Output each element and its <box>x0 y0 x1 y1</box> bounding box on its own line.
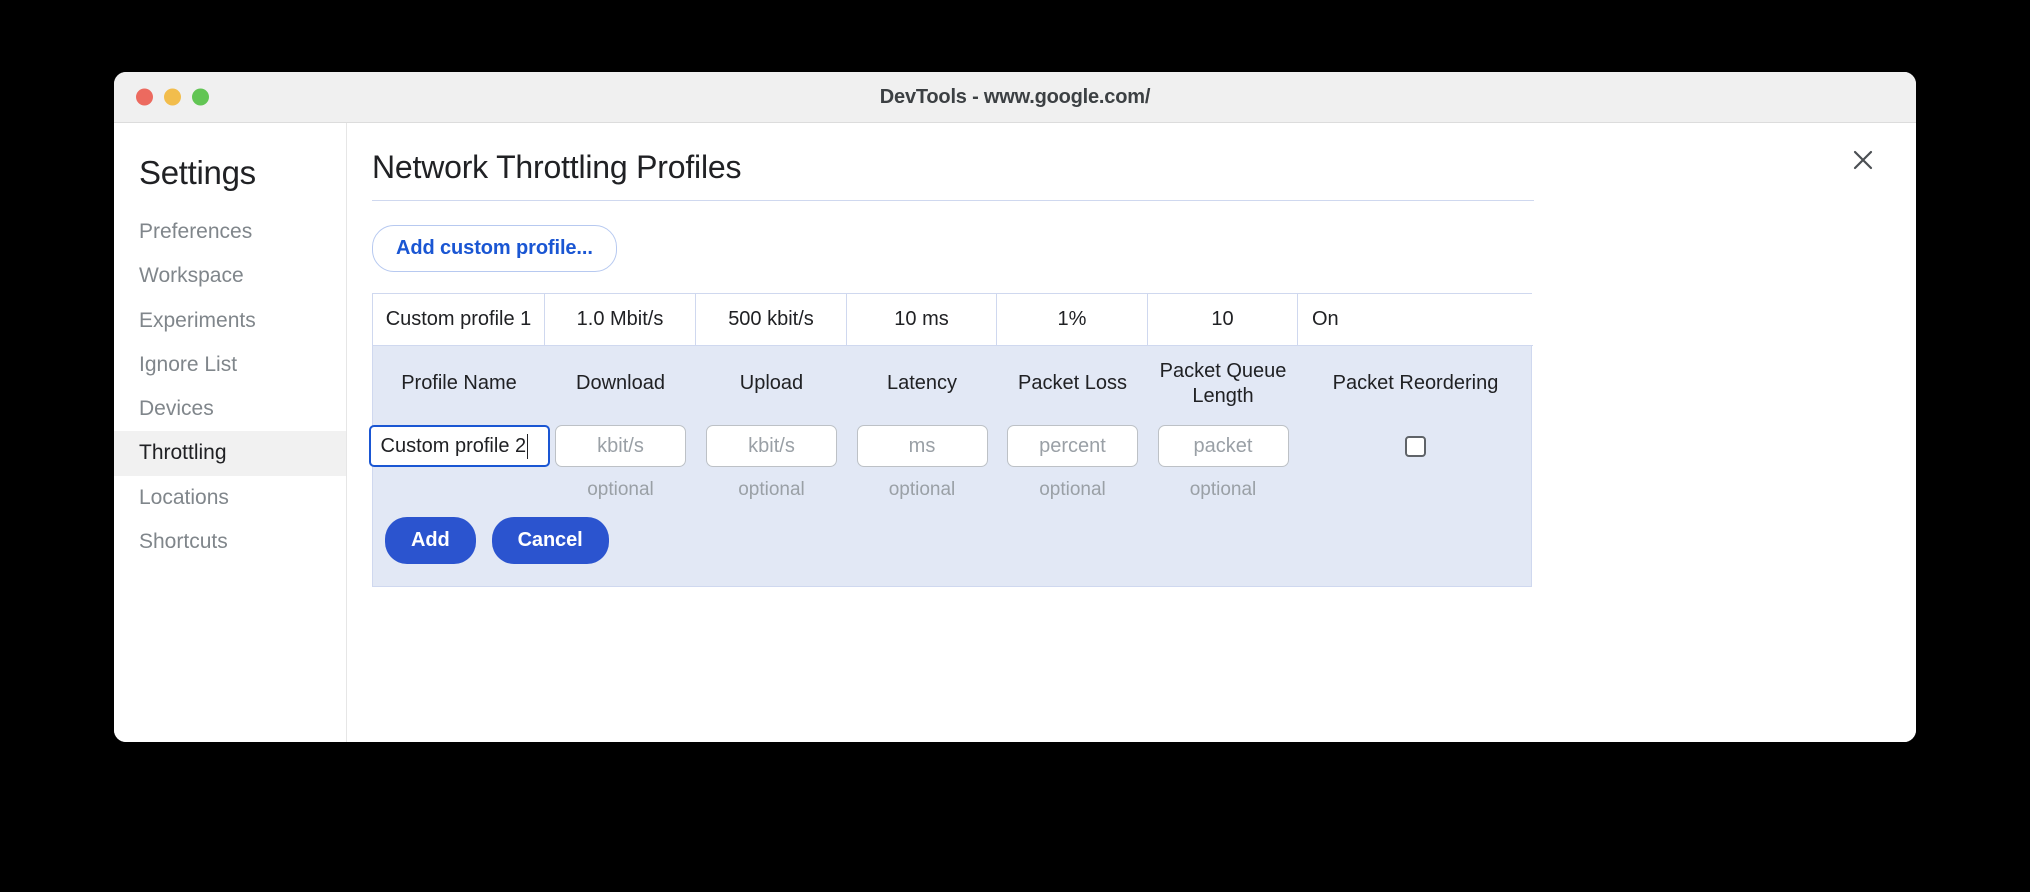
cell-profile-name: Custom profile 1 <box>373 294 545 346</box>
close-icon[interactable] <box>1846 143 1880 177</box>
cell-download: 1.0 Mbit/s <box>545 294 696 346</box>
field-wrapper-packet-reordering <box>1298 425 1533 467</box>
optional-hint-packet-reordering <box>1298 479 1533 501</box>
packet-queue-length-input[interactable]: packet <box>1157 425 1289 468</box>
header-packet-reordering: Packet Reordering <box>1298 359 1533 408</box>
page-title: Network Throttling Profiles <box>372 149 742 185</box>
optional-label: optional <box>888 479 956 501</box>
header-label: Profile Name <box>401 372 517 395</box>
close-window-button[interactable] <box>136 88 153 106</box>
cell-packet-reordering: On <box>1298 294 1533 346</box>
traffic-light-buttons <box>136 88 209 106</box>
optional-hint-spacer <box>373 479 545 501</box>
sidebar-item-ignore-list[interactable]: Ignore List <box>114 343 346 387</box>
optional-hint-packet-loss: optional <box>997 479 1148 501</box>
optional-hints-row: optional optional optional optional opti <box>373 467 1531 501</box>
settings-content-panel: Network Throttling Profiles Add custom p… <box>347 123 1916 742</box>
field-wrapper-profile-name: Custom profile 2 <box>368 425 550 468</box>
window-titlebar: DevTools - www.google.com/ <box>114 72 1916 123</box>
header-profile-name: Profile Name <box>373 359 545 408</box>
cell-packet-queue-length: 10 <box>1148 294 1298 346</box>
header-label: Packet Loss <box>1018 372 1127 395</box>
form-action-buttons: Add Cancel <box>373 501 1531 576</box>
optional-label: optional <box>1039 479 1106 501</box>
optional-label: optional <box>587 479 654 501</box>
window-body: Settings Preferences Workspace Experimen… <box>114 123 1916 742</box>
download-input[interactable]: kbit/s <box>555 425 686 468</box>
packet-loss-input[interactable]: percent <box>1007 425 1138 468</box>
devtools-window: DevTools - www.google.com/ Settings Pref… <box>114 72 1916 742</box>
title-divider <box>372 200 1534 201</box>
header-label: Packet Reordering <box>1332 372 1499 395</box>
optional-hint-packet-queue-length: optional <box>1148 479 1298 501</box>
upload-input[interactable]: kbit/s <box>706 425 837 468</box>
header-latency: Latency <box>847 359 997 408</box>
settings-sidebar: Settings Preferences Workspace Experimen… <box>114 123 347 742</box>
header-packet-queue-length: Packet Queue Length <box>1148 359 1298 408</box>
new-profile-form: Profile Name Download Upload Latency Pac <box>368 346 1533 588</box>
profile-input-row: Custom profile 2 kbit/s kbit/s ms percen <box>368 408 1533 468</box>
window-title: DevTools - www.google.com/ <box>879 85 1151 108</box>
cancel-button[interactable]: Cancel <box>491 517 609 565</box>
field-wrapper-latency: ms <box>847 425 997 468</box>
optional-label: optional <box>1189 479 1257 501</box>
minimize-window-button[interactable] <box>164 88 181 106</box>
sidebar-item-throttling[interactable]: Throttling <box>114 431 346 476</box>
cell-packet-loss: 1% <box>997 294 1148 346</box>
add-custom-profile-button[interactable]: Add custom profile... <box>372 225 617 272</box>
sidebar-item-shortcuts[interactable]: Shortcuts <box>114 520 346 564</box>
header-label: Latency <box>886 372 958 395</box>
packet-reordering-checkbox[interactable] <box>1405 435 1426 457</box>
maximize-window-button[interactable] <box>192 88 209 106</box>
field-wrapper-packet-loss: percent <box>997 425 1148 468</box>
settings-heading: Settings <box>139 154 256 191</box>
optional-hint-download: optional <box>545 479 696 501</box>
sidebar-item-workspace[interactable]: Workspace <box>114 254 346 298</box>
header-packet-loss: Packet Loss <box>997 359 1148 408</box>
table-row[interactable]: Custom profile 1 1.0 Mbit/s 500 kbit/s 1… <box>373 294 1533 346</box>
header-upload: Upload <box>696 359 847 408</box>
field-wrapper-packet-queue-length: packet <box>1148 425 1298 468</box>
table-header-row: Profile Name Download Upload Latency Pac <box>373 346 1531 408</box>
sidebar-item-devices[interactable]: Devices <box>114 387 346 431</box>
header-label: Download <box>576 372 665 395</box>
optional-hint-upload: optional <box>696 479 847 501</box>
optional-label: optional <box>738 479 805 501</box>
sidebar-item-preferences[interactable]: Preferences <box>114 210 346 254</box>
header-label: Packet Queue Length <box>1159 360 1287 407</box>
field-wrapper-download: kbit/s <box>545 425 696 468</box>
profile-name-input[interactable]: Custom profile 2 <box>368 425 550 468</box>
sidebar-item-experiments[interactable]: Experiments <box>114 299 346 343</box>
header-label: Upload <box>739 372 804 395</box>
cell-latency: 10 ms <box>847 294 997 346</box>
add-button[interactable]: Add <box>385 517 476 565</box>
header-download: Download <box>545 359 696 408</box>
optional-hint-latency: optional <box>847 479 997 501</box>
profile-name-value: Custom profile 2 <box>380 434 527 457</box>
latency-input[interactable]: ms <box>856 425 988 468</box>
throttling-profiles-table: Custom profile 1 1.0 Mbit/s 500 kbit/s 1… <box>368 293 1533 588</box>
cell-upload: 500 kbit/s <box>696 294 847 346</box>
field-wrapper-upload: kbit/s <box>696 425 847 468</box>
text-caret <box>527 433 529 459</box>
sidebar-item-locations[interactable]: Locations <box>114 476 346 520</box>
